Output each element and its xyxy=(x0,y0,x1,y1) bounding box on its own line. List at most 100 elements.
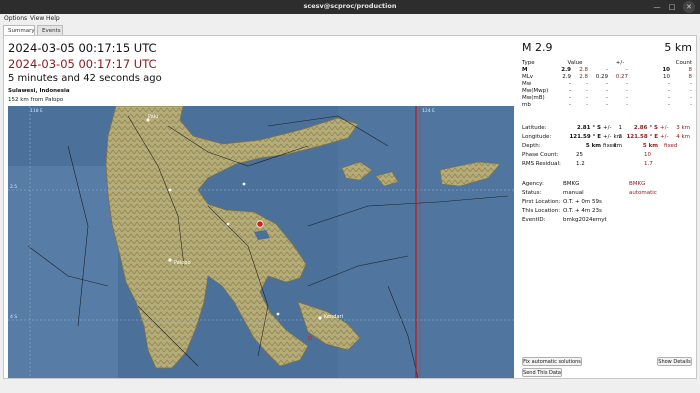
latitude-value: 2.81 ° S xyxy=(576,125,601,131)
mag-value: - xyxy=(569,95,571,101)
close-icon[interactable]: ✕ xyxy=(683,1,695,13)
mag-pm: - xyxy=(606,95,608,101)
palopo-city-dot xyxy=(168,258,172,262)
event-id-value: bmkg2024emyt xyxy=(563,217,607,223)
magnitude-row-m[interactable]: M 2.9 2.8 - - 10 8 xyxy=(522,67,693,74)
maximize-icon[interactable]: □ xyxy=(666,1,678,13)
mag-count-auto: - xyxy=(690,88,692,94)
show-details-button[interactable]: Show Details xyxy=(657,357,692,366)
mag-pm-auto: - xyxy=(626,95,628,101)
magnitude-row-mlv[interactable]: MLv 2.9 2.8 0.29 0.27 10 8 xyxy=(522,74,693,81)
station-dot-3 xyxy=(276,312,280,316)
menubar: Options View Help xyxy=(0,14,700,24)
phase-count-row: Phase Count: 25 10 xyxy=(522,151,693,160)
mag-value-auto: 2.8 xyxy=(579,74,588,80)
mag-pm-auto: - xyxy=(626,102,628,108)
menu-view[interactable]: View xyxy=(30,14,44,24)
lon-tick-124: 124 E xyxy=(422,108,435,114)
mag-count-auto: 8 xyxy=(688,74,693,80)
region-name: Sulawesi, Indonesia xyxy=(8,88,70,94)
header-count: Count xyxy=(675,60,692,66)
magnitude-summary: M 2.9 xyxy=(522,41,553,54)
mag-pm: - xyxy=(606,81,608,87)
origin-time: 2024-03-05 00:17:15 UTC xyxy=(8,41,157,55)
minimize-icon[interactable]: — xyxy=(651,1,663,13)
latitude-error-auto: 3 km xyxy=(676,125,690,131)
rms-value: 1.2 xyxy=(576,161,585,167)
mag-pm-auto: 0.27 xyxy=(615,74,628,80)
rms-row: RMS Residual: 1.2 1.7 xyxy=(522,160,693,169)
mag-count-auto: - xyxy=(690,102,692,108)
shallow-sea-east xyxy=(338,106,514,378)
this-location-label: This Location: xyxy=(522,208,561,214)
event-map[interactable]: Palu Palopo Kendari 118 E 124 E 2.5 4 S xyxy=(8,106,514,378)
status-value: manual xyxy=(563,190,584,196)
first-location-label: First Location: xyxy=(522,199,561,205)
mag-count-auto: 8 xyxy=(688,67,693,73)
magnitude-row-mb[interactable]: mb - - - - - - xyxy=(522,102,693,109)
lon-tick-118: 118 E xyxy=(30,108,43,114)
mag-value-auto: - xyxy=(586,81,588,87)
status-row: Status: manual automatic xyxy=(522,189,693,198)
fix-automatic-solutions-button[interactable]: Fix automatic solutions xyxy=(522,357,582,366)
kendari-label: Kendari xyxy=(324,314,343,320)
agency-value-auto: BMKG xyxy=(629,181,646,187)
menu-options[interactable]: Options xyxy=(4,14,27,24)
magnitude-row-mw[interactable]: Mw - - - - - - xyxy=(522,81,693,88)
longitude-value: 121.59 ° E xyxy=(569,134,601,140)
window-title: scesv@scproc/production xyxy=(303,2,397,10)
mag-type: M xyxy=(522,67,528,73)
kendari-city-dot xyxy=(318,316,322,320)
mag-type: mb xyxy=(522,102,531,108)
tab-events[interactable]: Events xyxy=(37,25,63,35)
depth-row: Depth: 5 km fixed 5 km fixed xyxy=(522,142,693,151)
latitude-row: Latitude: 2.81 ° S +/- 1 km 2.86 ° S +/-… xyxy=(522,124,693,140)
menu-help[interactable]: Help xyxy=(46,14,60,24)
elapsed-time: 5 minutes and 42 seconds ago xyxy=(8,73,162,84)
rms-label: RMS Residual: xyxy=(522,161,561,167)
mag-pm: - xyxy=(606,67,608,73)
mag-count: - xyxy=(668,81,670,87)
mag-type: MLv xyxy=(522,74,534,80)
send-data-button[interactable]: Send This Data xyxy=(522,368,562,377)
mag-count: 10 xyxy=(662,67,670,73)
depth-value-auto: 5 km xyxy=(642,143,658,149)
mag-pm-auto: - xyxy=(626,88,628,94)
nearest-city-distance: 152 km from Palopo xyxy=(8,97,64,103)
tab-summary[interactable]: Summary xyxy=(3,25,35,35)
station-dot-2 xyxy=(226,222,230,226)
phase-count-value: 25 xyxy=(576,152,583,158)
agency-label: Agency: xyxy=(522,181,544,187)
first-location-value: O.T. + 0m 59s xyxy=(563,199,602,205)
epicenter-marker xyxy=(256,220,264,228)
event-info: Agency: BMKG BMKG Status: manual automat… xyxy=(522,180,693,225)
location-table: Latitude: 2.81 ° S +/- 1 km 2.86 ° S +/-… xyxy=(522,124,693,169)
agency-value: BMKG xyxy=(563,181,580,187)
palopo-label: Palopo xyxy=(174,260,191,266)
map-canvas: Palu Palopo Kendari 118 E 124 E 2.5 4 S xyxy=(8,106,514,378)
header-pm: +/- xyxy=(615,60,625,66)
magnitude-table: Type Value +/- Count M 2.9 2.8 - - 10 8 … xyxy=(522,60,693,109)
mag-value: 2.9 xyxy=(562,74,571,80)
longitude-label: Longitude: xyxy=(522,134,552,140)
mag-count-auto: - xyxy=(690,81,692,87)
mag-value-auto: 2.8 xyxy=(579,67,588,73)
header-type: Type xyxy=(522,60,535,66)
station-dot-4 xyxy=(168,188,172,192)
latitude-value-auto: 2.86 ° S xyxy=(633,125,658,131)
mag-type: Mw(mB) xyxy=(522,95,545,101)
mag-value: - xyxy=(569,88,571,94)
magnitude-row-mw-mwp[interactable]: Mw(Mwp) - - - - - - xyxy=(522,88,693,95)
depth-summary: 5 km xyxy=(664,41,692,54)
magnitude-row-mw-mb[interactable]: Mw(mB) - - - - - - xyxy=(522,95,693,102)
depth-value: 5 km xyxy=(585,143,601,149)
event-id-label: EventID: xyxy=(522,217,546,223)
mag-pm: - xyxy=(606,88,608,94)
mag-value: 2.9 xyxy=(561,67,571,73)
lat-tick-4s: 4 S xyxy=(10,314,17,320)
mag-pm: 0.29 xyxy=(595,74,608,80)
origin-time-automatic: 2024-03-05 00:17:17 UTC xyxy=(8,57,157,71)
station-dot-1 xyxy=(242,182,246,186)
header-value: Value xyxy=(567,60,583,66)
window-titlebar: scesv@scproc/production — □ ✕ xyxy=(0,0,700,14)
